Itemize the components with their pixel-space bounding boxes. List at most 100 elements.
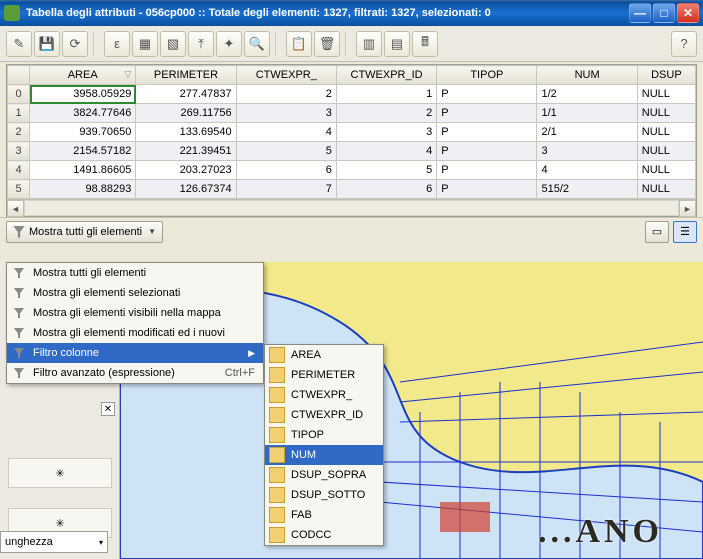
reload-button[interactable]: ⟳ [62,31,88,57]
cell-num[interactable]: 515/2 [537,180,637,199]
submenu-item[interactable]: DSUP_SOTTO [265,485,383,505]
row-header[interactable]: 0 [8,85,30,104]
submenu-item[interactable]: NUM [265,445,383,465]
row-header[interactable]: 4 [8,161,30,180]
submenu-item[interactable]: AREA [265,345,383,365]
submenu-item[interactable]: PERIMETER [265,365,383,385]
cell-area[interactable]: 1491.86605 [30,161,136,180]
minimize-button[interactable]: — [629,3,651,23]
table-row[interactable]: 2939.70650133.6954043P2/1NULL [8,123,696,142]
form-view-button[interactable]: ▭ [645,221,669,243]
cell-perimeter[interactable]: 221.39451 [136,142,236,161]
row-header[interactable]: 2 [8,123,30,142]
menu-item[interactable]: Mostra gli elementi selezionati [7,283,263,303]
menu-item[interactable]: Mostra tutti gli elementi [7,263,263,283]
cell-tipop[interactable]: P [437,123,537,142]
expression-select-button[interactable]: ε [104,31,130,57]
table-row[interactable]: 13824.77646269.1175632P1/1NULL [8,104,696,123]
cell-area[interactable]: 3824.77646 [30,104,136,123]
col-header-dsup[interactable]: DSUP [637,66,695,85]
table-view-button[interactable]: ☰ [673,221,697,243]
cell-ctwexpr[interactable]: 7 [236,180,336,199]
cell-num[interactable]: 1/2 [537,85,637,104]
cell-ctwexpr[interactable]: 3 [236,104,336,123]
cell-area[interactable]: 2154.57182 [30,142,136,161]
col-header-ctwexpr-id[interactable]: CTWEXPR_ID [336,66,436,85]
panel-close-button[interactable]: ✕ [101,402,115,416]
menu-item[interactable]: Filtro colonne▶ [7,343,263,363]
row-header[interactable]: 3 [8,142,30,161]
row-header[interactable]: 1 [8,104,30,123]
submenu-item[interactable]: CTWEXPR_ [265,385,383,405]
cell-area[interactable]: 3958.05929 [30,85,136,104]
cell-ctwexpr-id[interactable]: 1 [336,85,436,104]
menu-item[interactable]: Mostra gli elementi visibili nella mappa [7,303,263,323]
copy-button[interactable]: 📋 [286,31,312,57]
close-button[interactable]: ✕ [677,3,699,23]
scroll-right-button[interactable]: ► [679,200,696,217]
submenu-item[interactable]: CODCC [265,525,383,545]
cell-area[interactable]: 939.70650 [30,123,136,142]
cell-num[interactable]: 2/1 [537,123,637,142]
deselect-button[interactable]: ▧ [160,31,186,57]
col-header-perimeter[interactable]: PERIMETER [136,66,236,85]
cell-num[interactable]: 3 [537,142,637,161]
col-header-num[interactable]: NUM [537,66,637,85]
cell-ctwexpr[interactable]: 5 [236,142,336,161]
cell-perimeter[interactable]: 277.47837 [136,85,236,104]
cell-num[interactable]: 1/1 [537,104,637,123]
cell-tipop[interactable]: P [437,142,537,161]
cell-dsup[interactable]: NULL [637,85,695,104]
cell-ctwexpr-id[interactable]: 5 [336,161,436,180]
cell-ctwexpr-id[interactable]: 2 [336,104,436,123]
submenu-item[interactable]: TIPOP [265,425,383,445]
move-selection-top-button[interactable]: ⤒ [188,31,214,57]
filter-dropdown-button[interactable]: Mostra tutti gli elementi ▼ [6,221,163,243]
table-row[interactable]: 598.88293126.6737476P515/2NULL [8,180,696,199]
length-combo[interactable]: unghezza ▾ [0,531,108,553]
cell-dsup[interactable]: NULL [637,104,695,123]
new-column-button[interactable]: ▥ [356,31,382,57]
table-row[interactable]: 03958.05929277.4783721P1/2NULL [8,85,696,104]
help-button[interactable]: ? [671,31,697,57]
col-header-tipop[interactable]: TIPOP [437,66,537,85]
cell-ctwexpr-id[interactable]: 4 [336,142,436,161]
field-calculator-button[interactable]: 🖩 [412,31,438,57]
cell-perimeter[interactable]: 126.67374 [136,180,236,199]
col-header-ctwexpr[interactable]: CTWEXPR_ [236,66,336,85]
cell-perimeter[interactable]: 133.69540 [136,123,236,142]
submenu-item[interactable]: DSUP_SOPRA [265,465,383,485]
cell-ctwexpr[interactable]: 4 [236,123,336,142]
cell-dsup[interactable]: NULL [637,161,695,180]
pan-to-selected-button[interactable]: 🔍 [244,31,270,57]
coord-tool-1[interactable]: ✳ [8,458,112,488]
row-header[interactable]: 5 [8,180,30,199]
table-row[interactable]: 32154.57182221.3945154P3NULL [8,142,696,161]
cell-tipop[interactable]: P [437,85,537,104]
cell-ctwexpr[interactable]: 2 [236,85,336,104]
cell-ctwexpr[interactable]: 6 [236,161,336,180]
edit-toggle-button[interactable]: ✎ [6,31,32,57]
submenu-item[interactable]: FAB [265,505,383,525]
cell-perimeter[interactable]: 203.27023 [136,161,236,180]
cell-ctwexpr-id[interactable]: 6 [336,180,436,199]
menu-item[interactable]: Filtro avanzato (espressione)Ctrl+F [7,363,263,383]
invert-selection-button[interactable]: ✦ [216,31,242,57]
cell-ctwexpr-id[interactable]: 3 [336,123,436,142]
cell-num[interactable]: 4 [537,161,637,180]
maximize-button[interactable]: □ [653,3,675,23]
cell-perimeter[interactable]: 269.11756 [136,104,236,123]
cell-tipop[interactable]: P [437,161,537,180]
delete-selected-button[interactable]: 🗑 [314,31,340,57]
scroll-left-button[interactable]: ◄ [7,200,24,217]
save-button[interactable]: 💾 [34,31,60,57]
table-corner[interactable] [8,66,30,85]
scroll-track[interactable] [24,200,679,216]
table-row[interactable]: 41491.86605203.2702365P4NULL [8,161,696,180]
cell-tipop[interactable]: P [437,180,537,199]
col-header-area[interactable]: AREA▽ [30,66,136,85]
cell-dsup[interactable]: NULL [637,123,695,142]
cell-area[interactable]: 98.88293 [30,180,136,199]
cell-dsup[interactable]: NULL [637,180,695,199]
cell-dsup[interactable]: NULL [637,142,695,161]
